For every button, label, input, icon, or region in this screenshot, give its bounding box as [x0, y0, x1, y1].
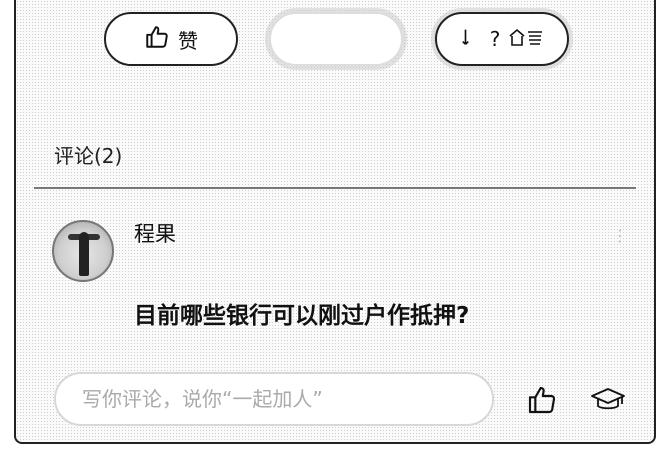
comment-text: 目前哪些银行可以刚过户作抵押? — [134, 303, 470, 329]
share-label: ? — [489, 27, 501, 51]
like-button[interactable]: 赞 — [104, 12, 238, 66]
thumbs-up-icon[interactable] — [522, 382, 562, 418]
avatar[interactable] — [52, 220, 114, 282]
comments-title: 评论(2) — [54, 144, 123, 168]
middle-action-button[interactable] — [269, 12, 403, 66]
thumbs-up-icon — [144, 24, 170, 55]
share-icon — [460, 26, 482, 53]
graduation-cap-icon[interactable] — [588, 382, 628, 418]
like-label: 赞 — [178, 28, 198, 53]
divider — [34, 187, 636, 189]
commenter-name[interactable]: 程果 — [134, 218, 176, 248]
comment-input[interactable] — [54, 372, 494, 426]
store-icon — [508, 26, 544, 53]
share-button[interactable]: ? — [435, 12, 569, 66]
comment-more-icon[interactable]: ⋮ — [612, 226, 628, 245]
detail-panel: 赞 ? 评论(2) 程果 ⋮ 目前哪些银行可以刚过户作抵押? — [14, 0, 656, 444]
